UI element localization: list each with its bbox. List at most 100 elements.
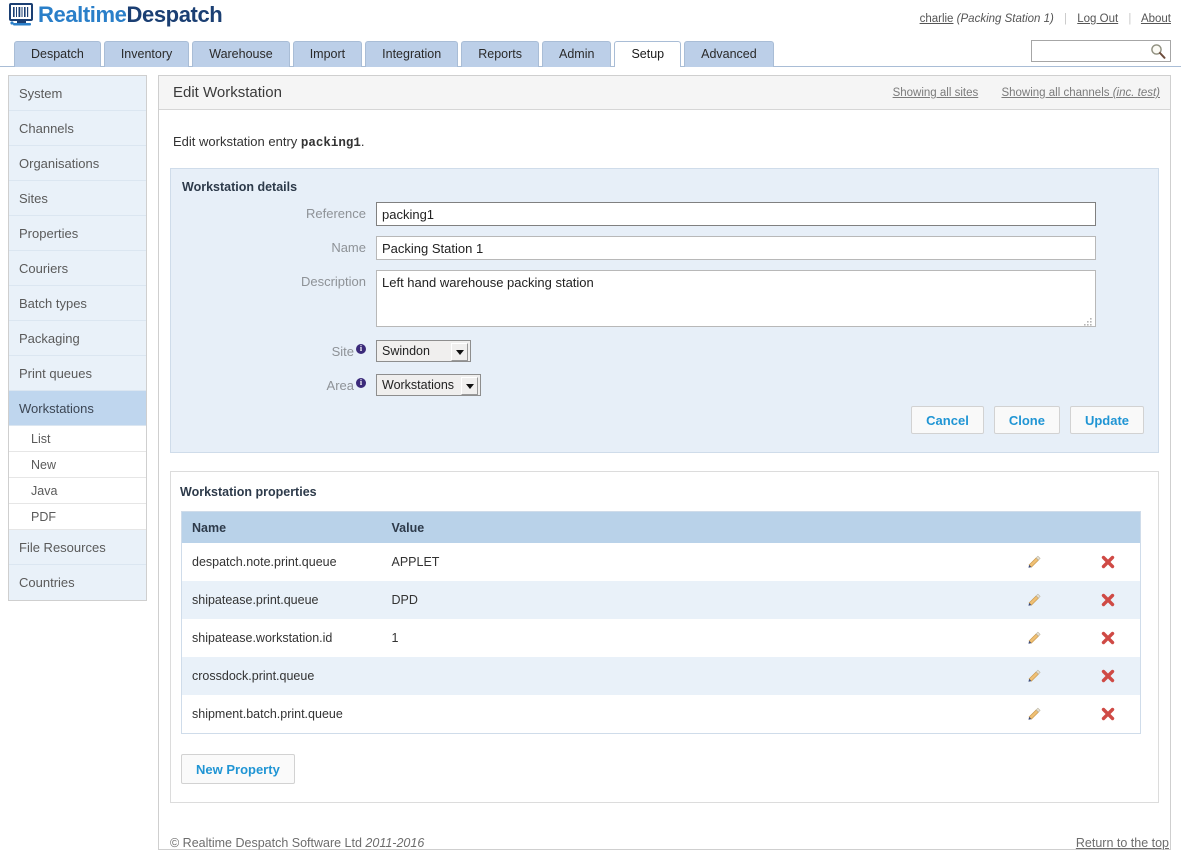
tab-integration[interactable]: Integration <box>365 41 459 67</box>
barcode-monitor-icon <box>9 3 35 27</box>
magnifier-icon[interactable] <box>1150 43 1166 59</box>
sidebar-item-organisations[interactable]: Organisations <box>9 146 146 181</box>
edit-cell <box>991 619 1067 657</box>
red-cross-icon[interactable] <box>1099 667 1117 685</box>
site-select[interactable]: Swindon <box>376 340 471 362</box>
red-cross-icon[interactable] <box>1099 705 1117 723</box>
column-header-edit <box>991 511 1067 543</box>
site-label: Site i <box>171 340 376 364</box>
table-row: crossdock.print.queue <box>181 657 1141 695</box>
copyright-years: 2011-2016 <box>365 836 425 850</box>
sidebar-subitem-java[interactable]: Java <box>9 478 146 504</box>
area-select[interactable]: Workstations <box>376 374 481 396</box>
pencil-icon[interactable] <box>1025 667 1043 685</box>
logout-link[interactable]: Log Out <box>1077 13 1118 25</box>
sidebar-item-workstations[interactable]: Workstations <box>9 391 146 426</box>
tab-inventory[interactable]: Inventory <box>103 41 190 67</box>
property-name: shipatease.print.queue <box>181 581 382 619</box>
brand-logo[interactable]: RealtimeDespatch <box>9 2 223 28</box>
tab-admin[interactable]: Admin <box>542 41 612 67</box>
update-button[interactable]: Update <box>1069 406 1144 434</box>
copyright-text: © Realtime Despatch Software Ltd 2011-20… <box>170 836 424 850</box>
intro-suffix: . <box>360 134 365 149</box>
tab-import[interactable]: Import <box>292 41 363 67</box>
page-footer: © Realtime Despatch Software Ltd 2011-20… <box>158 828 1171 858</box>
property-name: crossdock.print.queue <box>181 657 382 695</box>
return-to-top-link[interactable]: Return to the top <box>1076 836 1169 850</box>
properties-table: Name Value despatch.note.print.queue APP… <box>181 511 1141 734</box>
workstation-properties-card: Workstation properties Name Value despat… <box>170 471 1159 803</box>
divider: | <box>1064 13 1068 25</box>
return-to-top: Return to the top <box>1076 836 1169 850</box>
about-link[interactable]: About <box>1141 13 1171 25</box>
showing-all-channels-link[interactable]: Showing all channels (inc. test) <box>1001 87 1160 99</box>
delete-cell <box>1066 657 1141 695</box>
search-input[interactable] <box>1032 41 1150 61</box>
sidebar-item-channels[interactable]: Channels <box>9 111 146 146</box>
sidebar-item-properties[interactable]: Properties <box>9 216 146 251</box>
tab-warehouse[interactable]: Warehouse <box>192 41 290 67</box>
tab-setup[interactable]: Setup <box>614 41 682 68</box>
cancel-button[interactable]: Cancel <box>911 406 984 434</box>
name-input[interactable] <box>376 236 1096 260</box>
info-icon-area[interactable]: i <box>356 377 366 388</box>
description-wrapper: Left hand warehouse packing station <box>376 270 1096 330</box>
reference-label: Reference <box>306 206 366 221</box>
property-name: shipment.batch.print.queue <box>181 695 382 734</box>
property-value <box>381 695 992 734</box>
brand-name: RealtimeDespatch <box>38 2 223 28</box>
table-header-row: Name Value <box>181 511 1141 543</box>
clone-button[interactable]: Clone <box>993 406 1060 434</box>
site-label-text: Site <box>331 344 354 359</box>
workstation-properties-title: Workstation properties <box>180 485 317 499</box>
brand-name-part1: Realtime <box>38 2 127 27</box>
brand-name-part2: Despatch <box>126 2 223 27</box>
content-scope-links: Showing all sites Showing all channels (… <box>873 87 1160 99</box>
form-row-reference: Reference <box>171 202 1158 226</box>
delete-cell <box>1066 543 1141 581</box>
main-tabbar: Despatch Inventory Warehouse Import Inte… <box>0 38 1181 68</box>
showing-all-sites-link[interactable]: Showing all sites <box>893 87 979 99</box>
page-title: Edit Workstation <box>173 84 282 101</box>
pencil-icon[interactable] <box>1025 705 1043 723</box>
sidebar-item-batch-types[interactable]: Batch types <box>9 286 146 321</box>
info-icon-site[interactable]: i <box>356 343 366 354</box>
tab-despatch[interactable]: Despatch <box>14 41 101 67</box>
tab-advanced[interactable]: Advanced <box>684 41 774 67</box>
site-select-wrapper: Swindon <box>376 340 471 362</box>
current-user-link[interactable]: charlie <box>920 13 954 25</box>
red-cross-icon[interactable] <box>1099 591 1117 609</box>
form-row-description: Description Left hand warehouse packing … <box>171 270 1158 330</box>
red-cross-icon[interactable] <box>1099 553 1117 571</box>
pencil-icon[interactable] <box>1025 591 1043 609</box>
tab-reports[interactable]: Reports <box>461 41 539 67</box>
sidebar-item-packaging[interactable]: Packaging <box>9 321 146 356</box>
sidebar-item-system[interactable]: System <box>9 76 146 111</box>
sidebar-subitem-list[interactable]: List <box>9 426 146 452</box>
pencil-icon[interactable] <box>1025 629 1043 647</box>
property-name: shipatease.workstation.id <box>181 619 382 657</box>
global-search[interactable] <box>1031 40 1171 62</box>
pencil-icon[interactable] <box>1025 553 1043 571</box>
workstation-details-title: Workstation details <box>182 180 298 194</box>
sidebar-subitem-pdf[interactable]: PDF <box>9 504 146 530</box>
property-name: despatch.note.print.queue <box>181 543 382 581</box>
red-cross-icon[interactable] <box>1099 629 1117 647</box>
edit-cell <box>991 695 1067 734</box>
sidebar-item-file-resources[interactable]: File Resources <box>9 530 146 565</box>
reference-input[interactable] <box>376 202 1096 226</box>
description-textarea[interactable]: Left hand warehouse packing station <box>376 270 1096 327</box>
column-header-delete <box>1066 511 1141 543</box>
sidebar-item-sites[interactable]: Sites <box>9 181 146 216</box>
table-row: shipatease.print.queue DPD <box>181 581 1141 619</box>
property-value: APPLET <box>381 543 992 581</box>
new-property-button[interactable]: New Property <box>181 754 295 784</box>
intro-entry-name: packing1 <box>300 136 361 150</box>
sidebar-item-print-queues[interactable]: Print queues <box>9 356 146 391</box>
sidebar-item-couriers[interactable]: Couriers <box>9 251 146 286</box>
sidebar-item-countries[interactable]: Countries <box>9 565 146 600</box>
delete-cell <box>1066 619 1141 657</box>
app-header: RealtimeDespatch charlie (Packing Statio… <box>0 0 1181 38</box>
sidebar-subitem-new[interactable]: New <box>9 452 146 478</box>
form-row-area: Area i Workstations <box>171 374 1158 398</box>
